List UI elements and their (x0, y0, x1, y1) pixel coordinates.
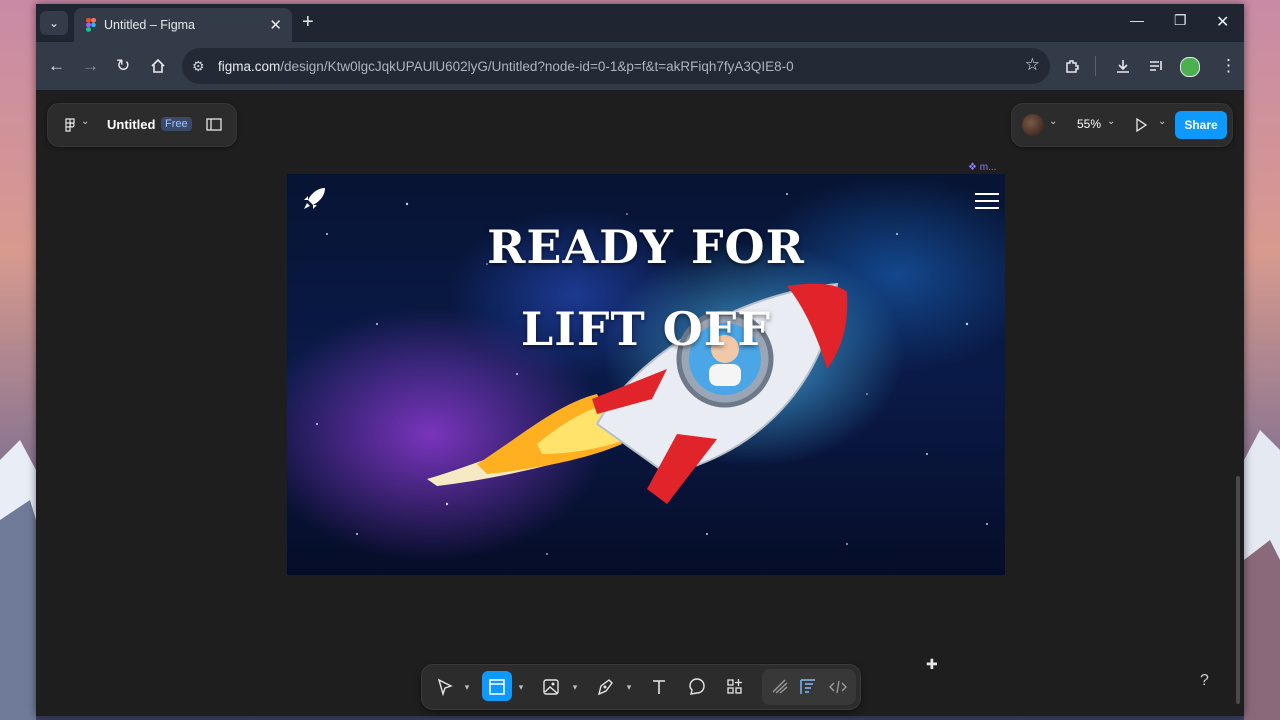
move-tool-icon[interactable] (436, 675, 454, 699)
figma-canvas[interactable]: ⌄ Untitled Free ⌄ 55% ⌄ ⌄ Share ❖ m... R… (36, 90, 1244, 716)
url-text[interactable]: figma.com/design/Ktw0lgcJqkUPAUlU602lyG/… (218, 59, 794, 74)
pen-tool-icon[interactable] (596, 675, 614, 699)
url-path: /design/Ktw0lgcJqkUPAUlU602lyG/Untitled?… (280, 59, 794, 74)
plan-badge: Free (161, 117, 192, 131)
rocket-logo-icon[interactable] (301, 186, 327, 212)
restore-icon[interactable]: ❐ (1174, 12, 1187, 29)
right-toolbar-panel: ⌄ 55% ⌄ ⌄ Share (1011, 103, 1233, 147)
figma-favicon-icon (86, 18, 96, 32)
help-button[interactable]: ? (1200, 672, 1209, 690)
chevron-down-icon[interactable]: ⌄ (81, 116, 89, 127)
bottom-toolbar: ▾ ▾ ▾ ▾ (421, 664, 861, 710)
reload-icon[interactable]: ↻ (116, 56, 130, 76)
browser-window: ⌄ Untitled – Figma ✕ + — ❐ ✕ ← → ↻ ⚙ fig… (36, 4, 1244, 716)
media-control-icon[interactable] (1148, 58, 1164, 74)
user-avatar[interactable] (1022, 114, 1044, 136)
bookmark-star-icon[interactable]: ☆ (1025, 55, 1040, 75)
tab-active[interactable]: Untitled – Figma ✕ (74, 8, 292, 42)
design-mode-icon[interactable] (798, 675, 818, 699)
site-settings-icon[interactable]: ⚙ (192, 58, 205, 75)
design-frame[interactable]: READY FOR LIFT OFF (287, 174, 1005, 575)
frame-tool-icon[interactable] (488, 675, 506, 699)
forward-icon[interactable]: → (82, 56, 99, 76)
back-icon[interactable]: ← (48, 56, 65, 76)
text-tool-icon[interactable] (650, 675, 668, 699)
frame-component-label[interactable]: ❖ m... (968, 162, 996, 173)
crosshair-cursor-icon: ✚ (926, 656, 938, 672)
headline-line-2[interactable]: LIFT OFF (287, 302, 1005, 356)
chevron-down-icon[interactable]: ▾ (516, 675, 526, 699)
share-button[interactable]: Share (1175, 111, 1227, 139)
file-name[interactable]: Untitled (107, 117, 155, 132)
profile-avatar-icon[interactable] (1180, 57, 1200, 77)
chevron-down-icon[interactable]: ⌄ (1107, 116, 1115, 127)
close-window-icon[interactable]: ✕ (1216, 12, 1229, 32)
comment-tool-icon[interactable] (688, 675, 706, 699)
present-play-icon[interactable] (1134, 118, 1148, 132)
vertical-scrollbar[interactable] (1236, 476, 1240, 704)
hamburger-menu-icon[interactable] (974, 192, 1000, 210)
chevron-down-icon[interactable]: ▾ (462, 675, 472, 699)
chevron-down-icon[interactable]: ▾ (624, 675, 634, 699)
headline-line-1[interactable]: READY FOR (287, 220, 1005, 274)
chrome-menu-icon[interactable]: ⋮ (1220, 56, 1237, 76)
zoom-level[interactable]: 55% (1077, 117, 1101, 131)
tab-title: Untitled – Figma (104, 18, 196, 32)
url-host: figma.com (218, 59, 281, 74)
close-tab-icon[interactable]: ✕ (269, 16, 282, 34)
tab-strip: ⌄ Untitled – Figma ✕ + — ❐ ✕ (36, 4, 1244, 42)
address-bar-row: ← → ↻ ⚙ figma.com/design/Ktw0lgcJqkUPAUl… (36, 42, 1244, 90)
omnibox[interactable]: ⚙ figma.com/design/Ktw0lgcJqkUPAUlU602ly… (182, 48, 1050, 84)
dev-mode-icon[interactable] (828, 675, 848, 699)
chevron-down-icon[interactable]: ⌄ (1158, 116, 1166, 127)
toolbar-divider (1095, 56, 1096, 76)
mode-switcher (762, 669, 856, 705)
figma-main-menu-icon[interactable] (64, 118, 76, 132)
sidebar-toggle-icon[interactable] (206, 118, 222, 131)
image-tool-icon[interactable] (542, 675, 560, 699)
actions-icon[interactable] (726, 675, 744, 699)
extensions-icon[interactable] (1064, 58, 1080, 74)
new-tab-icon[interactable]: + (302, 11, 314, 34)
draw-mode-icon[interactable] (770, 675, 790, 699)
download-icon[interactable] (1115, 58, 1131, 74)
minimize-icon[interactable]: — (1130, 12, 1144, 28)
chevron-down-icon[interactable]: ▾ (570, 675, 580, 699)
tab-search-icon[interactable]: ⌄ (40, 11, 68, 35)
chevron-down-icon[interactable]: ⌄ (1049, 116, 1057, 127)
home-icon[interactable] (150, 58, 166, 74)
file-panel: ⌄ Untitled Free (47, 103, 237, 147)
